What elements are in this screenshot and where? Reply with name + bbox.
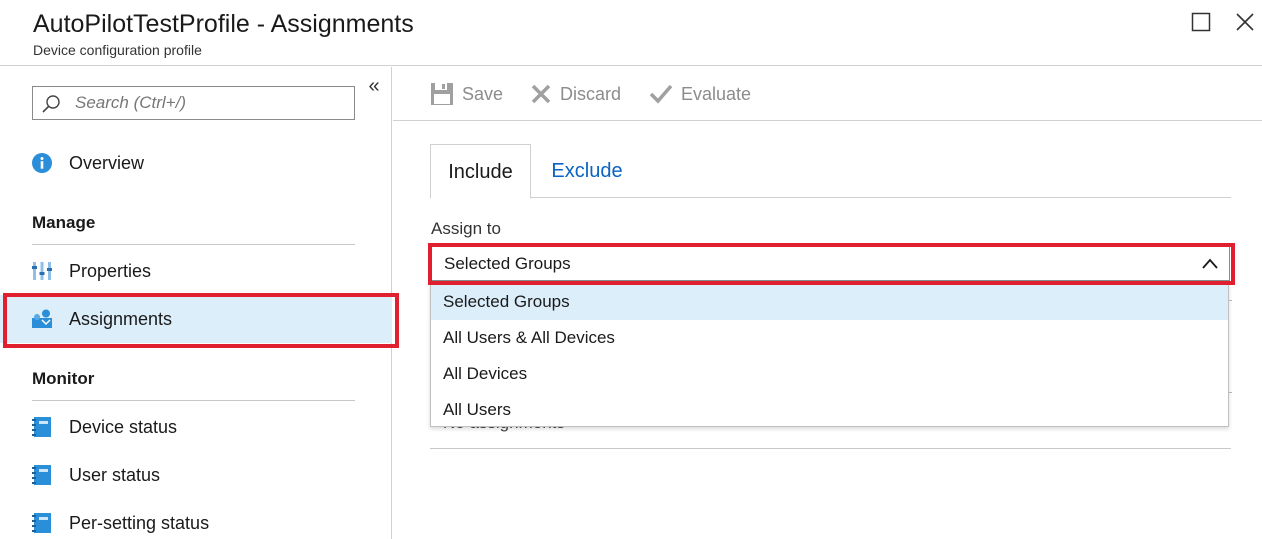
sidebar-item-assignments[interactable]: Assignments	[0, 295, 392, 343]
maximize-button[interactable]	[1189, 10, 1213, 34]
page-subtitle: Device configuration profile	[33, 42, 202, 58]
dropdown-selected-value: Selected Groups	[444, 254, 571, 273]
assign-to-label: Assign to	[431, 219, 501, 238]
assignments-icon	[32, 309, 52, 328]
status-book-icon	[32, 513, 51, 533]
assign-to-options: Selected Groups All Users & All Devices …	[430, 283, 1229, 427]
sidebar-item-label: Assignments	[69, 309, 173, 329]
section-divider	[32, 400, 355, 401]
option-all-users-all-devices[interactable]: All Users & All Devices	[431, 320, 1228, 356]
maximize-icon	[1191, 12, 1211, 32]
evaluate-button[interactable]: Evaluate	[649, 81, 751, 107]
command-bar: Save Discard Evaluate	[393, 67, 1262, 121]
sidebar-item-user-status[interactable]: User status	[0, 451, 392, 499]
close-icon	[1236, 13, 1254, 31]
blade-window: AutoPilotTestProfile - Assignments Devic…	[0, 0, 1262, 539]
chevron-up-icon	[1202, 258, 1218, 269]
assignment-tabs: Include Exclude	[430, 144, 1231, 199]
discard-button[interactable]: Discard	[530, 81, 621, 107]
sidebar-item-label: Overview	[69, 153, 145, 173]
sidebar-item-device-status[interactable]: Device status	[0, 403, 392, 451]
search-icon	[42, 95, 60, 113]
assign-to-dropdown[interactable]: Selected Groups	[430, 245, 1230, 281]
section-heading-monitor: Monitor	[32, 369, 95, 388]
status-book-icon	[32, 465, 51, 485]
sidebar-item-label: Per-setting status	[69, 513, 210, 533]
save-icon	[431, 83, 453, 105]
tab-include[interactable]: Include	[430, 144, 531, 199]
blade-header: AutoPilotTestProfile - Assignments Devic…	[0, 0, 1262, 66]
sidebar-item-label: Properties	[69, 261, 152, 281]
status-book-icon	[32, 417, 51, 437]
search-box[interactable]	[32, 86, 355, 120]
save-button[interactable]: Save	[430, 81, 503, 107]
discard-label: Discard	[560, 83, 622, 104]
page-title: AutoPilotTestProfile - Assignments	[33, 10, 414, 38]
checkmark-icon	[649, 84, 673, 104]
discard-icon	[531, 84, 551, 104]
content-divider	[430, 448, 1231, 449]
option-selected-groups[interactable]: Selected Groups	[431, 284, 1228, 320]
sidebar-item-properties[interactable]: Properties	[0, 247, 392, 295]
option-all-users[interactable]: All Users	[431, 392, 1228, 428]
collapse-sidebar-button[interactable]: «	[364, 76, 384, 97]
info-icon	[32, 153, 52, 173]
close-button[interactable]	[1233, 10, 1257, 34]
section-divider	[32, 244, 355, 245]
sidebar-item-per-setting-status[interactable]: Per-setting status	[0, 499, 392, 539]
section-heading-manage: Manage	[32, 213, 96, 232]
sidebar-item-overview[interactable]: Overview	[0, 139, 392, 187]
tab-exclude[interactable]: Exclude	[531, 144, 643, 198]
evaluate-label: Evaluate	[681, 83, 752, 104]
search-input[interactable]	[75, 91, 345, 115]
properties-icon	[32, 262, 52, 280]
save-label: Save	[462, 83, 504, 104]
sidebar: « Overview Manage	[0, 67, 399, 539]
sidebar-item-label: User status	[69, 465, 161, 485]
sidebar-item-label: Device status	[69, 417, 178, 437]
option-all-devices[interactable]: All Devices	[431, 356, 1228, 392]
